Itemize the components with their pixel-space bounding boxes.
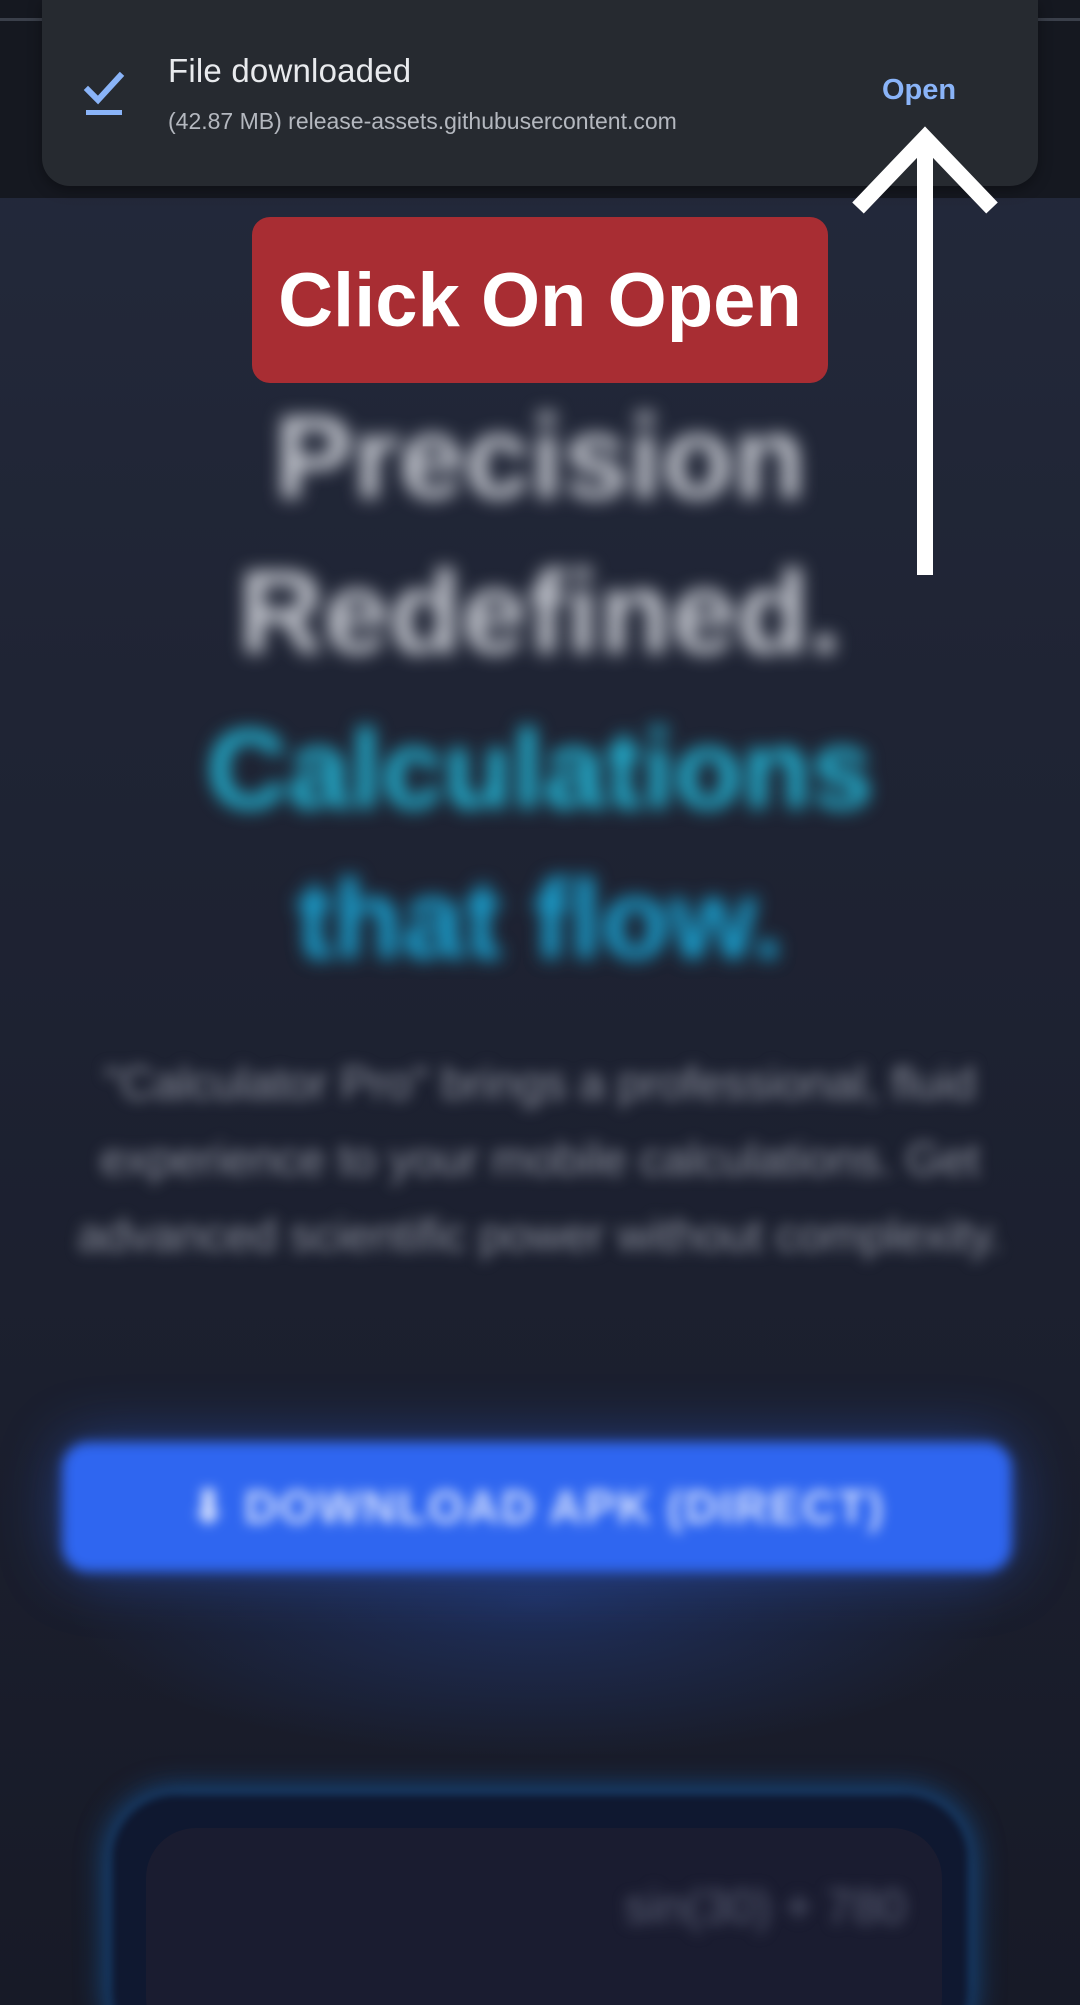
hero-heading-line-3: Calculations — [207, 707, 873, 832]
download-apk-button[interactable]: ⬇ DOWNLOAD APK (DIRECT) — [62, 1442, 1012, 1572]
calculator-display-text: sin(30) + 780 — [624, 1881, 906, 1934]
up-arrow-icon — [852, 126, 998, 575]
download-apk-label: ⬇ DOWNLOAD APK (DIRECT) — [188, 1481, 886, 1533]
instruction-text: Click On Open — [278, 257, 802, 343]
instruction-callout: Click On Open — [252, 217, 828, 383]
notification-title: File downloaded — [168, 52, 412, 89]
download-done-icon — [83, 71, 125, 115]
hero-heading-line-4: that flow. — [296, 857, 784, 982]
cta-glow — [62, 1560, 1012, 1760]
notification-subtitle: (42.87 MB) release-assets.githubusercont… — [168, 108, 677, 134]
open-button[interactable]: Open — [882, 74, 956, 107]
hero-description: "Calculator Pro" brings a professional, … — [77, 1057, 1003, 1261]
